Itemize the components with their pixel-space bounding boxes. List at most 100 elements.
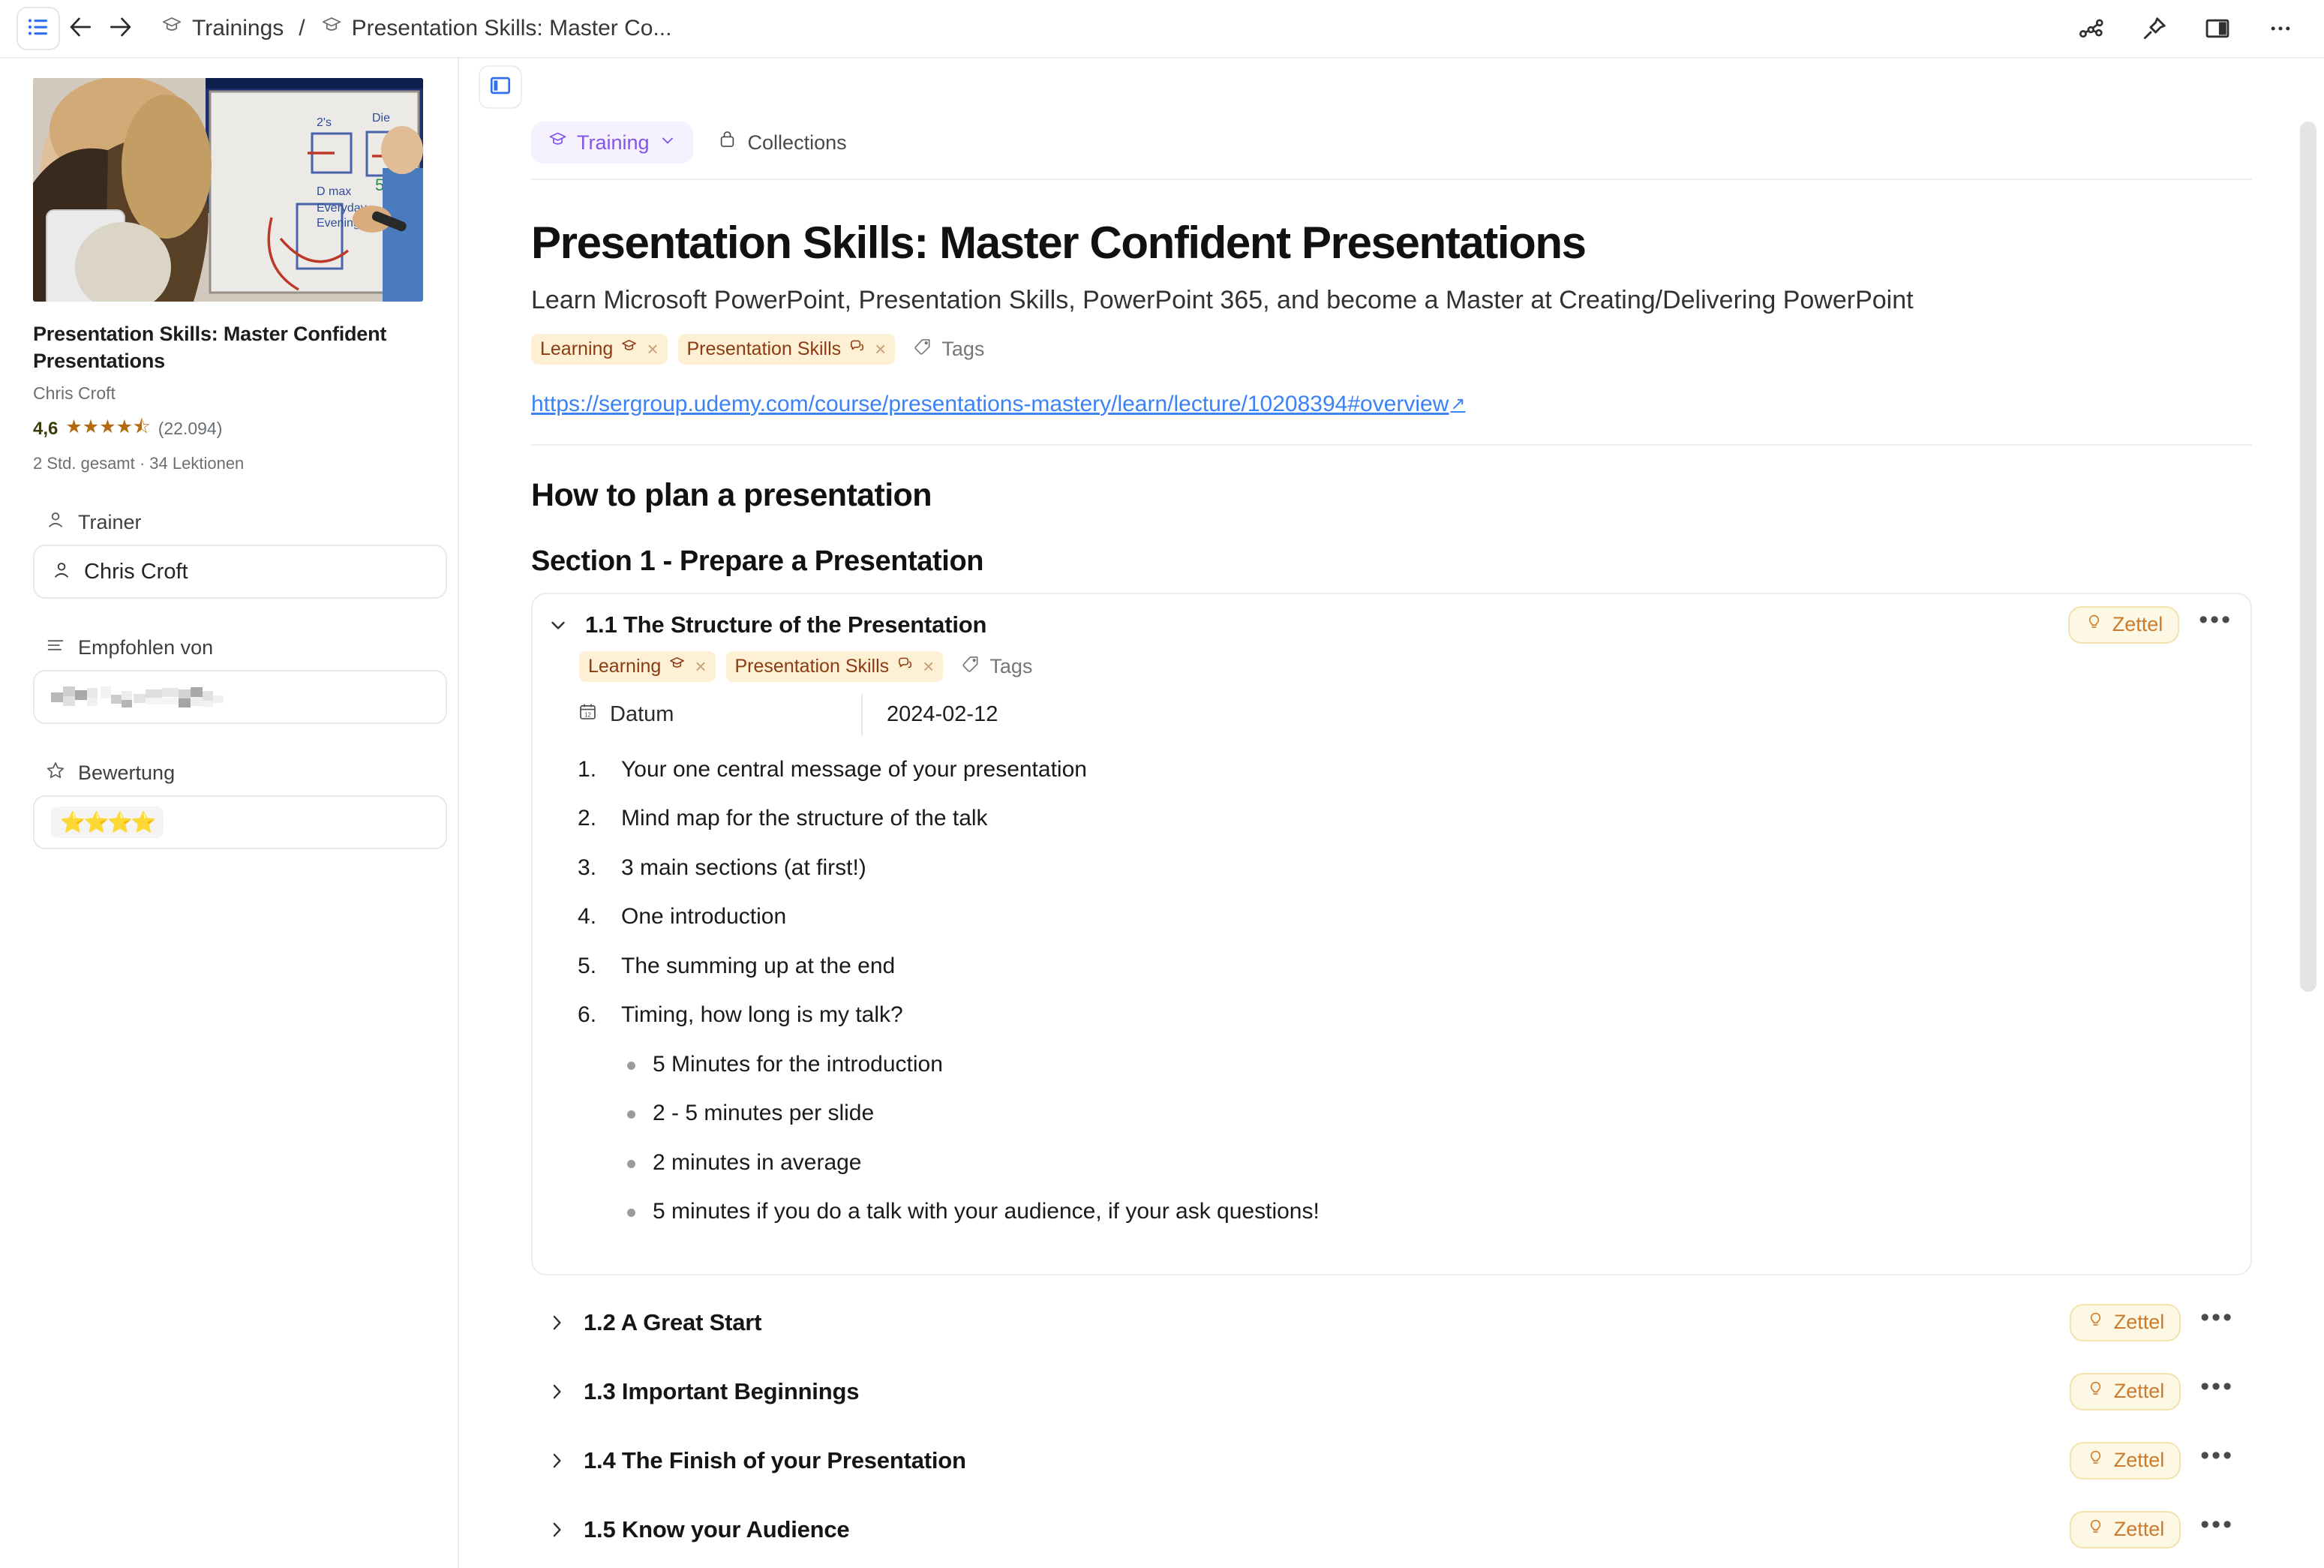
course-author: Chris Croft [33,383,116,404]
status-badge-label: Zettel [2112,613,2163,636]
tab-collections[interactable]: Collections [713,122,851,164]
lesson-header[interactable]: 1.1 The Structure of the Presentation Ze… [533,594,2250,656]
person-icon [45,509,66,536]
list-item: 5 minutes if you do a talk with your aud… [620,1197,2231,1226]
recommended-by-field[interactable] [33,670,447,725]
text-lines-icon [45,635,66,661]
more-options-icon[interactable] [2262,11,2298,47]
remove-tag-icon[interactable]: × [875,338,886,361]
rating-field[interactable]: ⭐⭐⭐⭐ [33,795,447,850]
tag-label: Presentation Skills [686,338,842,359]
lesson-header[interactable]: 1.4 The Finish of your Presentation Zett… [531,1430,2252,1491]
lesson-menu-icon[interactable]: ••• [2200,1374,2234,1402]
lesson-header[interactable]: 1.5 Know your Audience Zettel ••• [531,1499,2252,1560]
breadcrumb-item-current[interactable]: Presentation Skills: Master Co... [320,14,671,43]
tab-training[interactable]: Training [531,122,693,164]
chevron-right-icon[interactable] [542,1377,572,1407]
status-badge-zettel[interactable]: Zettel [2067,605,2180,644]
tab-training-label: Training [577,131,650,154]
section-heading-h3: Section 1 - Prepare a Presentation [531,545,984,577]
chevron-right-icon[interactable] [542,1308,572,1338]
property-label-trainer: Trainer [33,509,425,536]
remove-tag-icon[interactable]: × [647,338,658,361]
page-subtitle: Learn Microsoft PowerPoint, Presentation… [531,286,1914,315]
lesson-actions: Zettel ••• [2067,605,2235,644]
chevron-down-icon[interactable] [543,610,573,640]
graduation-cap-icon [320,14,343,43]
lesson-menu-icon[interactable]: ••• [2200,1305,2234,1333]
chevron-right-icon[interactable] [542,1446,572,1476]
chevron-right-icon[interactable] [542,1515,572,1545]
back-button[interactable] [60,8,101,49]
forward-button[interactable] [101,8,141,49]
course-rating: 4,6 ★★★★⯪ (22.094) [33,413,423,445]
chevron-down-icon[interactable] [659,131,677,155]
toggle-left-panel-icon [488,74,512,101]
graph-view-icon[interactable] [2073,11,2109,47]
titlebar-actions [2073,11,2298,47]
status-badge-label: Zettel [2113,1380,2165,1403]
lesson-numbered-list: Your one central message of your present… [578,755,2231,1029]
status-badge-zettel[interactable]: Zettel [2069,1510,2181,1548]
toggle-left-panel-button[interactable] [479,65,522,109]
pin-icon[interactable] [2136,11,2172,47]
lesson-property-key[interactable]: 12 Datum [578,701,861,728]
sidebar-toggle-button[interactable] [17,7,60,50]
lesson-menu-icon[interactable]: ••• [2200,1512,2234,1540]
tag-chip[interactable]: Learning × [531,333,668,365]
course-link[interactable]: https://sergroup.udemy.com/course/presen… [531,392,1466,417]
status-badge-label: Zettel [2113,1518,2165,1541]
main-panel: Training Collections Presentation Skills… [459,59,2324,1568]
list-item: 2 minutes in average [620,1149,2231,1177]
rating-count: (22.094) [158,419,223,439]
property-rating: Bewertung ⭐⭐⭐⭐ [33,760,447,850]
course-meta: 2 Std. gesamt · 34 Lektionen [33,454,245,473]
lesson-property-value[interactable]: 2024-02-12 [861,693,998,736]
add-tags-button[interactable]: Tags [961,654,1032,679]
property-label-text: Bewertung [78,761,176,785]
tag-chip[interactable]: Presentation Skills × [677,333,896,365]
breadcrumb-label-trainings: Trainings [192,16,284,41]
rating-value: 4,6 [33,418,59,439]
breadcrumb-item-trainings[interactable]: Trainings [161,14,284,43]
status-badge-zettel[interactable]: Zettel [2069,1441,2181,1479]
vertical-scrollbar[interactable] [2300,122,2316,992]
tag-chip[interactable]: Presentation Skills × [725,650,944,682]
list-menu-icon [26,14,51,44]
lesson-menu-icon[interactable]: ••• [2199,607,2232,635]
rating-stars-icon: ★★★★⯪ [65,416,151,438]
lesson-menu-icon[interactable]: ••• [2200,1443,2234,1471]
lesson-title: 1.4 The Finish of your Presentation [584,1446,966,1473]
lesson-block-collapsed: 1.3 Important Beginnings Zettel ••• [531,1361,2252,1422]
property-label-text: Empfohlen von [78,636,214,659]
status-badge-zettel[interactable]: Zettel [2069,1303,2181,1341]
title-bar: Trainings / Presentation Skills: Master … [0,0,2324,59]
arrow-left-icon [66,13,95,45]
status-badge-zettel[interactable]: Zettel [2069,1372,2181,1410]
lesson-block-collapsed: 1.4 The Finish of your Presentation Zett… [531,1430,2252,1491]
add-tags-button[interactable]: Tags [913,337,984,362]
lesson-header[interactable]: 1.3 Important Beginnings Zettel ••• [531,1361,2252,1422]
trainer-field[interactable]: Chris Croft [33,545,447,599]
lesson-actions: Zettel ••• [2069,1441,2237,1479]
course-title: Presentation Skills: Master Confident Pr… [33,323,387,372]
remove-tag-icon[interactable]: × [923,655,934,678]
document-tabs: Training Collections [531,122,2252,179]
lesson-tag-row: Learning × Presentation Skills × Tags [533,650,2250,682]
property-label-rating: Bewertung [33,760,425,786]
lesson-header[interactable]: 1.2 A Great Start Zettel ••• [531,1292,2252,1353]
section-heading-h2: How to plan a presentation [531,476,932,513]
speech-bubbles-icon [896,655,914,677]
lesson-title: 1.3 Important Beginnings [584,1377,860,1404]
remove-tag-icon[interactable]: × [695,655,706,678]
split-pane-icon[interactable] [2199,11,2235,47]
lesson-actions: Zettel ••• [2069,1303,2237,1341]
calendar-icon: 12 [578,701,598,728]
arrow-right-icon [107,13,135,45]
property-trainer: Trainer Chris Croft [33,509,447,599]
tab-collections-label: Collections [747,131,847,154]
tag-chip[interactable]: Learning × [579,650,716,682]
toolbar-divider [531,179,2252,180]
page-title: Presentation Skills: Master Confident Pr… [531,218,1587,268]
lightbulb-icon [2086,1518,2105,1542]
